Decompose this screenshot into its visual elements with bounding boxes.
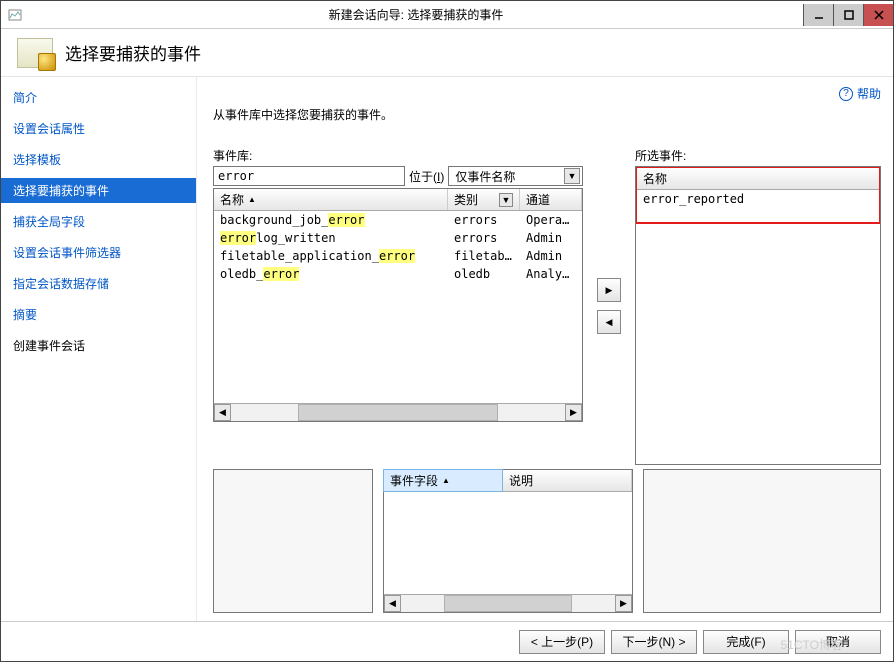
grid-header: 名称▲ 类别▼ 通道: [214, 189, 582, 211]
body: 简介设置会话属性选择模板选择要捕获的事件捕获全局字段设置会话事件筛选器指定会话数…: [1, 77, 893, 621]
chevron-down-icon: ▼: [499, 193, 513, 207]
event-library-grid[interactable]: 名称▲ 类别▼ 通道 background_job_errorerrorsOpe…: [213, 188, 583, 422]
window-controls: [803, 4, 893, 26]
page-title: 选择要捕获的事件: [65, 40, 201, 65]
minimize-button[interactable]: [803, 4, 833, 26]
list-item[interactable]: error_reported: [637, 190, 879, 208]
sidebar-item-2[interactable]: 选择模板: [1, 147, 196, 172]
app-icon: [1, 1, 29, 29]
col-name[interactable]: 名称▲: [214, 189, 448, 210]
bottom-panels: 事件字段▲ 说明 ◀ ▶: [213, 469, 881, 613]
table-row[interactable]: filetable_application_errorfiletableAdmi…: [214, 247, 582, 265]
cancel-button[interactable]: 取消: [795, 630, 881, 654]
back-button[interactable]: < 上一步(P): [519, 630, 605, 654]
located-label: 位于(I): [409, 168, 444, 185]
description-panel: [213, 469, 373, 613]
sidebar-item-0[interactable]: 简介: [1, 85, 196, 110]
finish-button[interactable]: 完成(F): [703, 630, 789, 654]
horizontal-scrollbar[interactable]: ◀ ▶: [214, 403, 582, 421]
event-library-section: 事件库: 位于(I) 仅事件名称 ▼ 名称▲ 类别▼ 通道: [213, 147, 583, 465]
sidebar-item-5[interactable]: 设置会话事件筛选器: [1, 240, 196, 265]
header-icon: [17, 35, 53, 71]
help-label: 帮助: [857, 85, 881, 102]
extra-panel: [643, 469, 881, 613]
help-icon: ?: [839, 87, 853, 101]
maximize-button[interactable]: [833, 4, 863, 26]
header: 选择要捕获的事件: [1, 29, 893, 77]
button-bar: < 上一步(P) 下一步(N) > 完成(F) 取消: [1, 621, 893, 661]
scroll-left-icon[interactable]: ◀: [384, 595, 401, 612]
col-category[interactable]: 类别▼: [448, 189, 520, 210]
intro-text: 从事件库中选择您要捕获的事件。: [213, 106, 881, 123]
transfer-buttons: ▶ ◀: [593, 147, 625, 465]
table-row[interactable]: background_job_errorerrorsOperatio: [214, 211, 582, 229]
sidebar-item-8[interactable]: 创建事件会话: [1, 333, 196, 358]
table-row[interactable]: errorlog_writtenerrorsAdmin: [214, 229, 582, 247]
col-channel[interactable]: 通道: [520, 189, 582, 210]
sort-asc-icon: ▲: [442, 476, 450, 485]
event-fields-panel: 事件字段▲ 说明 ◀ ▶: [383, 469, 633, 613]
close-button[interactable]: [863, 4, 893, 26]
sidebar-item-6[interactable]: 指定会话数据存储: [1, 271, 196, 296]
window-title: 新建会话向导: 选择要捕获的事件: [29, 6, 803, 23]
remove-event-button[interactable]: ◀: [597, 310, 621, 334]
selected-events-label: 所选事件:: [635, 147, 881, 164]
scroll-thumb[interactable]: [298, 404, 498, 421]
fields-body: [384, 492, 632, 594]
highlighted-selection: 名称 error_reported: [635, 166, 881, 224]
scroll-track[interactable]: [231, 404, 565, 421]
located-in-value: 仅事件名称: [455, 168, 515, 185]
chevron-down-icon: ▼: [564, 168, 580, 184]
scroll-track[interactable]: [401, 595, 615, 612]
scroll-right-icon[interactable]: ▶: [615, 595, 632, 612]
event-library-label: 事件库:: [213, 147, 583, 164]
next-button[interactable]: 下一步(N) >: [611, 630, 697, 654]
help-link[interactable]: ? 帮助: [839, 85, 881, 102]
add-event-button[interactable]: ▶: [597, 278, 621, 302]
scroll-left-icon[interactable]: ◀: [214, 404, 231, 421]
titlebar: 新建会话向导: 选择要捕获的事件: [1, 1, 893, 29]
col-description[interactable]: 说明: [503, 470, 632, 491]
table-row[interactable]: oledb_erroroledbAnalytic: [214, 265, 582, 283]
sidebar-item-4[interactable]: 捕获全局字段: [1, 209, 196, 234]
grid-body: background_job_errorerrorsOperatioerrorl…: [214, 211, 582, 403]
scroll-right-icon[interactable]: ▶: [565, 404, 582, 421]
selected-col-name[interactable]: 名称: [637, 168, 879, 190]
col-event-field[interactable]: 事件字段▲: [383, 469, 503, 492]
sidebar-item-3[interactable]: 选择要捕获的事件: [1, 178, 196, 203]
search-input[interactable]: [213, 166, 405, 186]
sidebar: 简介设置会话属性选择模板选择要捕获的事件捕获全局字段设置会话事件筛选器指定会话数…: [1, 77, 197, 621]
located-in-select[interactable]: 仅事件名称 ▼: [448, 166, 583, 186]
sidebar-item-1[interactable]: 设置会话属性: [1, 116, 196, 141]
selected-events-section: 所选事件: 名称 error_reported: [635, 147, 881, 465]
scroll-thumb[interactable]: [444, 595, 572, 612]
horizontal-scrollbar[interactable]: ◀ ▶: [384, 594, 632, 612]
sidebar-item-7[interactable]: 摘要: [1, 302, 196, 327]
main-panel: ? 帮助 从事件库中选择您要捕获的事件。 事件库: 位于(I) 仅事件名称 ▼: [197, 77, 893, 621]
wizard-window: 新建会话向导: 选择要捕获的事件 选择要捕获的事件 简介设置会话属性选择模板选择…: [0, 0, 894, 662]
selected-events-grid[interactable]: 名称 error_reported: [635, 166, 881, 465]
sort-asc-icon: ▲: [248, 195, 256, 204]
